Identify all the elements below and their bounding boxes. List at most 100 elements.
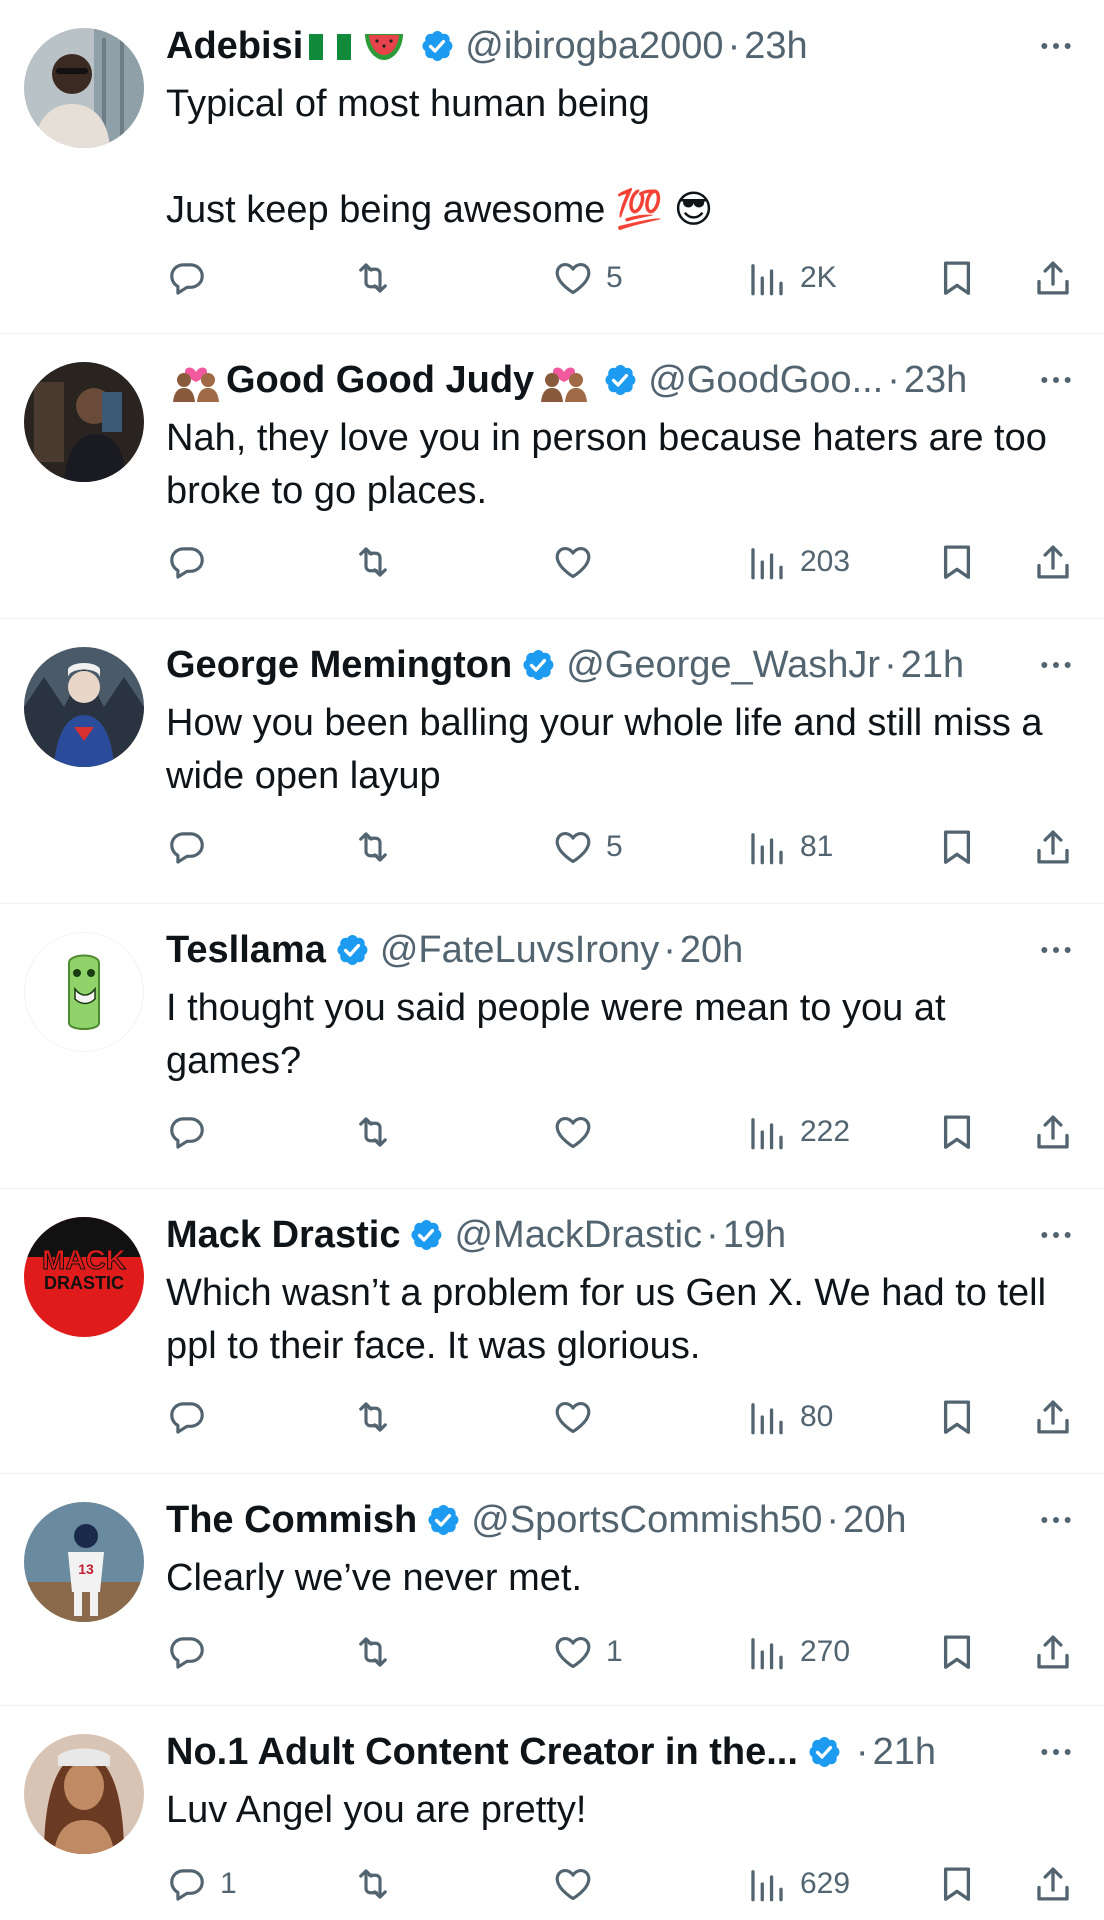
reply-button[interactable] (166, 1389, 220, 1445)
action-bar: 222 (166, 1104, 1074, 1160)
tweet-text: Nah, they love you in person because hat… (166, 417, 1058, 512)
avatar[interactable] (24, 932, 144, 1052)
display-name[interactable]: George Memington (166, 641, 512, 689)
handle[interactable]: @SportsCommish50 (471, 1496, 822, 1544)
verified-badge-icon (520, 647, 556, 683)
tweet[interactable]: George Memington @George_WashJr · 21h Ho… (0, 619, 1104, 904)
views-button[interactable]: 629 (746, 1856, 850, 1912)
reply-icon (166, 1631, 208, 1673)
handle[interactable]: @GoodGoo... (648, 356, 883, 404)
like-button[interactable] (552, 534, 606, 590)
timestamp[interactable]: 19h (723, 1211, 786, 1259)
timestamp[interactable]: 20h (843, 1496, 906, 1544)
bookmark-button[interactable] (936, 1389, 978, 1445)
view-count: 270 (800, 1635, 851, 1668)
timestamp[interactable]: 21h (873, 1728, 936, 1776)
tweet[interactable]: MACK DRASTIC Mack Drastic @MackDrastic · … (0, 1189, 1104, 1474)
display-name[interactable]: No.1 Adult Content Creator in the... (166, 1728, 798, 1776)
verified-badge-icon (602, 362, 638, 398)
bookmark-icon (936, 1111, 978, 1153)
reply-button[interactable] (166, 534, 220, 590)
retweet-button[interactable] (352, 1856, 394, 1912)
avatar[interactable] (24, 28, 144, 148)
action-bar: 80 (166, 1389, 1074, 1445)
tweet-text: Luv Angel you are pretty! (166, 1789, 587, 1831)
retweet-button[interactable] (352, 1104, 394, 1160)
display-name[interactable]: Good Good Judy (226, 356, 534, 404)
avatar[interactable] (24, 362, 144, 482)
bookmark-button[interactable] (936, 819, 978, 875)
avatar[interactable] (24, 647, 144, 767)
retweet-button[interactable] (352, 534, 394, 590)
timestamp[interactable]: 23h (744, 22, 807, 70)
avatar[interactable] (24, 1734, 144, 1854)
reply-button[interactable] (166, 819, 220, 875)
bookmark-button[interactable] (936, 534, 978, 590)
like-button[interactable]: 5 (552, 819, 623, 875)
handle[interactable]: @George_WashJr (566, 641, 880, 689)
reply-feed: Adebisi @ibirogba2000 · 23h Typical of m… (0, 0, 1104, 1920)
bookmark-button[interactable] (936, 1624, 978, 1680)
share-button[interactable] (1032, 1104, 1074, 1160)
bookmark-button[interactable] (936, 1856, 978, 1912)
retweet-button[interactable] (352, 250, 394, 306)
timestamp[interactable]: 20h (680, 926, 743, 974)
like-button[interactable]: 5 (552, 250, 623, 306)
separator: · (855, 1731, 869, 1773)
share-button[interactable] (1032, 1389, 1074, 1445)
reply-icon (166, 1863, 208, 1905)
bookmark-button[interactable] (936, 1104, 978, 1160)
reply-button[interactable] (166, 1624, 220, 1680)
retweet-button[interactable] (352, 1389, 394, 1445)
share-button[interactable] (1032, 250, 1074, 306)
like-button[interactable] (552, 1389, 606, 1445)
views-button[interactable]: 270 (746, 1624, 850, 1680)
views-button[interactable]: 203 (746, 534, 850, 590)
reply-button[interactable] (166, 1104, 220, 1160)
display-name[interactable]: The Commish (166, 1496, 417, 1544)
display-name[interactable]: Tesllama (166, 926, 326, 974)
display-name[interactable]: Mack Drastic (166, 1211, 400, 1259)
like-button[interactable] (552, 1856, 606, 1912)
heart-icon (552, 1396, 594, 1438)
tweet[interactable]: Adebisi @ibirogba2000 · 23h Typical of m… (0, 0, 1104, 334)
views-icon (746, 1396, 788, 1438)
handle[interactable]: @FateLuvsIrony (380, 926, 659, 974)
retweet-button[interactable] (352, 1624, 394, 1680)
share-button[interactable] (1032, 1856, 1074, 1912)
handle[interactable]: @MackDrastic (454, 1211, 702, 1259)
tweet[interactable]: Tesllama @FateLuvsIrony · 20h I thought … (0, 904, 1104, 1189)
share-button[interactable] (1032, 1624, 1074, 1680)
more-icon[interactable] (1034, 926, 1078, 974)
timestamp[interactable]: 23h (904, 356, 967, 404)
more-icon[interactable] (1034, 22, 1078, 70)
avatar[interactable]: MACK DRASTIC (24, 1217, 144, 1337)
more-icon[interactable] (1034, 1211, 1078, 1259)
views-button[interactable]: 80 (746, 1389, 833, 1445)
tweet-text: I thought you said people were mean to y… (166, 987, 957, 1082)
reply-button[interactable] (166, 250, 220, 306)
more-icon[interactable] (1034, 1728, 1078, 1776)
retweet-button[interactable] (352, 819, 394, 875)
like-button[interactable]: 1 (552, 1624, 623, 1680)
more-icon[interactable] (1034, 1496, 1078, 1544)
retweet-icon (352, 826, 394, 868)
views-button[interactable]: 2K (746, 250, 837, 306)
views-button[interactable]: 81 (746, 819, 833, 875)
bookmark-button[interactable] (936, 250, 978, 306)
tweet[interactable]: Good Good Judy @GoodGoo... · 23h Nah, th… (0, 334, 1104, 619)
tweet[interactable]: 13 The Commish @SportsCommish50 · 20h Cl… (0, 1474, 1104, 1706)
more-icon[interactable] (1034, 356, 1078, 404)
timestamp[interactable]: 21h (901, 641, 964, 689)
share-button[interactable] (1032, 819, 1074, 875)
display-name[interactable]: Adebisi (166, 22, 303, 70)
separator: · (887, 359, 900, 401)
like-button[interactable] (552, 1104, 606, 1160)
share-button[interactable] (1032, 534, 1074, 590)
views-button[interactable]: 222 (746, 1104, 850, 1160)
avatar[interactable]: 13 (24, 1502, 144, 1622)
more-icon[interactable] (1034, 641, 1078, 689)
tweet[interactable]: No.1 Adult Content Creator in the... · 2… (0, 1706, 1104, 1920)
reply-button[interactable]: 1 (166, 1856, 237, 1912)
handle[interactable]: @ibirogba2000 (465, 22, 723, 70)
